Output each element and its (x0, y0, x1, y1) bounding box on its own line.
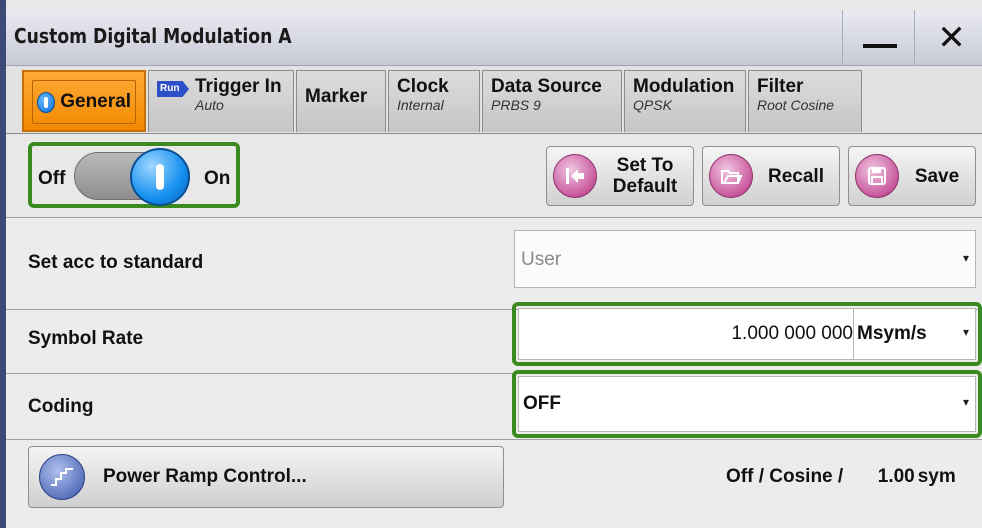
tab-trigger-in[interactable]: Run Trigger In Auto (148, 70, 294, 132)
ramp-icon (39, 454, 85, 500)
unit-divider (853, 309, 854, 359)
power-ramp-status-text: Off / Cosine / (726, 466, 844, 487)
run-icon: Run (157, 81, 189, 97)
tab-marker[interactable]: Marker (296, 70, 386, 132)
coding-row: Coding OFF ▾ (6, 370, 982, 440)
minimize-button[interactable] (842, 10, 916, 66)
standard-row: Set acc to standard User ▾ (6, 218, 982, 310)
tab-sublabel: QPSK (633, 97, 672, 113)
tab-data-source[interactable]: Data Source PRBS 9 (482, 70, 622, 132)
coding-value: OFF (523, 393, 561, 414)
tab-modulation[interactable]: Modulation QPSK (624, 70, 746, 132)
folder-open-icon (709, 154, 753, 198)
toggle-knob-icon[interactable] (130, 148, 190, 206)
chevron-down-icon: ▾ (962, 325, 969, 339)
recall-button[interactable]: Recall (702, 146, 840, 206)
tab-sublabel: Auto (195, 97, 224, 113)
toggle-on-label: On (204, 168, 231, 189)
tab-label: Data Source (491, 76, 602, 97)
set-to-default-button[interactable]: Set To Default (546, 146, 694, 206)
tab-label: Filter (757, 76, 804, 97)
save-button[interactable]: Save (848, 146, 976, 206)
tab-bar: General Run Trigger In Auto Marker Clock… (6, 66, 982, 134)
symbol-rate-input[interactable]: 1.000 000 000 Msym/s ▾ (518, 308, 976, 360)
power-ramp-label: Power Ramp Control... (103, 466, 307, 487)
chevron-down-icon: ▾ (962, 395, 969, 409)
symbol-rate-row: Symbol Rate 1.000 000 000 Msym/s ▾ (6, 302, 982, 374)
tab-label: General (60, 91, 131, 112)
toolbar: Off On Set To Default Recall Save (6, 134, 982, 218)
arrow-left-icon (553, 154, 597, 198)
toggle-off-label: Off (38, 168, 66, 189)
save-label: Save (914, 165, 960, 187)
tab-general[interactable]: General (22, 70, 146, 132)
chevron-down-icon: ▾ (962, 251, 969, 265)
tab-clock[interactable]: Clock Internal (388, 70, 480, 132)
tab-label: Trigger In (195, 76, 282, 97)
set-to-default-label: Set To Default (612, 155, 678, 197)
power-ramp-status: Off / Cosine / 1.00 sym (726, 466, 956, 488)
tab-sublabel: PRBS 9 (491, 97, 541, 113)
symbol-rate-value: 1.000 000 000 (731, 323, 853, 344)
close-icon: ✕ (937, 19, 966, 57)
power-ramp-control-button[interactable]: Power Ramp Control... (28, 446, 504, 508)
standard-select[interactable]: User ▾ (514, 230, 976, 288)
coding-select[interactable]: OFF ▾ (518, 376, 976, 432)
close-button[interactable]: ✕ (914, 10, 982, 66)
recall-label: Recall (768, 165, 824, 187)
tab-sublabel: Internal (397, 97, 444, 113)
symbol-rate-label: Symbol Rate (28, 328, 144, 349)
tab-label: Marker (305, 86, 368, 107)
standard-value: User (521, 249, 562, 270)
symbol-rate-unit[interactable]: Msym/s (857, 323, 927, 345)
power-ramp-row: Power Ramp Control... Off / Cosine / 1.0… (6, 440, 982, 528)
tab-sublabel: Root Cosine (757, 97, 835, 113)
title-bar: Custom Digital Modulation A ✕ (6, 10, 982, 66)
tab-label: Clock (397, 76, 449, 97)
standard-label: Set acc to standard (28, 252, 204, 273)
power-ramp-status-unit: sym (917, 466, 956, 487)
coding-label: Coding (28, 396, 94, 417)
dialog-window: Custom Digital Modulation A ✕ General Ru… (0, 0, 982, 528)
minimize-icon (862, 44, 897, 48)
state-toggle[interactable]: Off On (28, 142, 240, 208)
tab-label: Modulation (633, 76, 735, 97)
floppy-disk-icon (855, 154, 899, 198)
info-icon (37, 91, 56, 113)
window-title: Custom Digital Modulation A (14, 24, 292, 48)
tab-filter[interactable]: Filter Root Cosine (748, 70, 862, 132)
power-ramp-status-value: 1.00 (877, 466, 915, 487)
